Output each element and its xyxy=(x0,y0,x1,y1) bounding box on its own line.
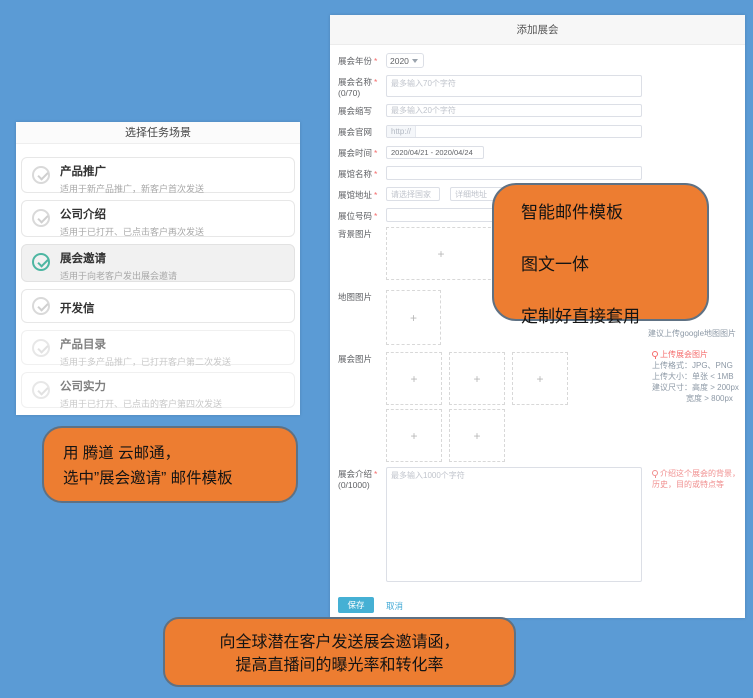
scenario-item-product-catalog[interactable]: 产品目录 适用于多产品推广，已打开客户第二次发送 xyxy=(21,330,295,365)
scenario-panel-title: 选择任务场景 xyxy=(16,122,300,144)
map-image-label: 地图图片 xyxy=(338,292,384,303)
scenario-item-company-strength[interactable]: 公司实力 适用于已打开、已点击的客户第四次发送 xyxy=(21,372,295,408)
check-circle-icon xyxy=(32,166,50,184)
address-label: 展馆地址* xyxy=(338,190,384,201)
scenario-item-subtitle: 适用于向老客户发出展会邀请 xyxy=(60,269,286,282)
plus-icon: + xyxy=(536,372,543,386)
booth-label: 展位号码* xyxy=(338,211,384,222)
abbr-label: 展会缩写 xyxy=(338,106,384,117)
scenario-item-title: 开发信 xyxy=(60,300,286,316)
url-prefix: http:// xyxy=(387,126,416,137)
photo-upload-box[interactable]: + xyxy=(512,352,568,405)
scenario-panel: 选择任务场景 产品推广 适用于新产品推广，新客户首次发送 公司介绍 适用于已打开… xyxy=(16,122,300,415)
scenario-item-subtitle: 适用于新产品推广，新客户首次发送 xyxy=(60,182,286,195)
chevron-down-icon xyxy=(412,59,418,66)
page: 选择任务场景 产品推广 适用于新产品推广，新客户首次发送 公司介绍 适用于已打开… xyxy=(0,0,753,698)
intro-counter: (0/1000) xyxy=(338,480,370,490)
scenario-item-title: 公司介绍 xyxy=(60,206,286,222)
intro-tip: 介绍这个展会的背景，历史，目的或特点等 xyxy=(652,468,744,490)
bg-image-label: 背景图片 xyxy=(338,229,384,240)
check-circle-icon xyxy=(32,297,50,315)
photo-upload-box[interactable]: + xyxy=(449,409,505,462)
scenario-item-dev-letter[interactable]: 开发信 xyxy=(21,289,295,323)
venue-input[interactable] xyxy=(386,166,642,180)
plus-icon: + xyxy=(473,429,480,443)
cancel-button[interactable]: 取消 xyxy=(386,600,403,612)
tip-icon xyxy=(652,351,658,357)
tip-icon xyxy=(652,470,658,476)
save-button[interactable]: 保存 xyxy=(338,597,374,613)
photo-upload-box[interactable]: + xyxy=(449,352,505,405)
year-select[interactable]: 2020 xyxy=(386,53,424,68)
scenario-item-product-promo[interactable]: 产品推广 适用于新产品推广，新客户首次发送 xyxy=(21,157,295,193)
plus-icon: + xyxy=(410,311,417,325)
check-circle-icon-selected xyxy=(32,253,50,271)
callout-bottom-message: 向全球潜在客户发送展会邀请函， 提高直播间的曝光率和转化率 xyxy=(163,617,516,687)
check-circle-icon xyxy=(32,339,50,357)
scenario-item-title: 公司实力 xyxy=(60,378,286,394)
plus-icon: + xyxy=(473,372,480,386)
plus-icon: + xyxy=(437,247,444,261)
scenario-item-subtitle: 适用于已打开、已点击客户再次发送 xyxy=(60,225,286,238)
time-input[interactable] xyxy=(386,146,484,159)
intro-textarea[interactable] xyxy=(386,467,642,582)
callout-smart-template: 智能邮件模板 图文一体 定制好直接套用 xyxy=(492,183,709,321)
year-select-value: 2020 xyxy=(390,56,409,66)
map-image-upload-box[interactable]: + xyxy=(386,290,441,345)
intro-label: 展会介绍*(0/1000) xyxy=(338,469,384,491)
scenario-item-exhibition-invite[interactable]: 展会邀请 适用于向老客户发出展会邀请 xyxy=(21,244,295,282)
photos-tip: 上传展会图片 上传格式：JPG、PNG 上传大小：单张 < 1MB 建议尺寸：高… xyxy=(652,349,744,404)
map-image-tip: 建议上传google地图图片 xyxy=(648,328,740,339)
plus-icon: + xyxy=(410,429,417,443)
photos-label: 展会图片 xyxy=(338,354,384,365)
photo-upload-box[interactable]: + xyxy=(386,409,442,462)
scenario-item-subtitle: 适用于已打开、已点击的客户第四次发送 xyxy=(60,397,286,410)
abbr-input[interactable] xyxy=(386,104,642,117)
form-title: 添加展会 xyxy=(330,15,745,45)
website-input[interactable] xyxy=(416,126,641,137)
address-country-input[interactable] xyxy=(386,187,440,201)
scenario-item-company-intro[interactable]: 公司介绍 适用于已打开、已点击客户再次发送 xyxy=(21,200,295,237)
scenario-item-subtitle: 适用于多产品推广，已打开客户第二次发送 xyxy=(60,355,286,368)
venue-label: 展馆名称* xyxy=(338,169,384,180)
year-label: 展会年份* xyxy=(338,56,384,67)
scenario-item-title: 产品推广 xyxy=(60,163,286,179)
plus-icon: + xyxy=(410,372,417,386)
time-label: 展会时间* xyxy=(338,148,384,159)
name-input[interactable] xyxy=(386,75,642,97)
scenario-item-title: 产品目录 xyxy=(60,336,286,352)
name-counter: (0/70) xyxy=(338,88,360,98)
website-input-group: http:// xyxy=(386,125,642,138)
website-label: 展会官网 xyxy=(338,127,384,138)
scenario-item-title: 展会邀请 xyxy=(60,250,286,266)
callout-select-template: 用 腾道 云邮通， 选中”展会邀请” 邮件模板 xyxy=(42,426,298,503)
check-circle-icon xyxy=(32,209,50,227)
name-label: 展会名称*(0/70) xyxy=(338,77,384,99)
bg-image-upload-box[interactable]: + xyxy=(386,227,496,280)
photo-upload-box[interactable]: + xyxy=(386,352,442,405)
check-circle-icon xyxy=(32,381,50,399)
